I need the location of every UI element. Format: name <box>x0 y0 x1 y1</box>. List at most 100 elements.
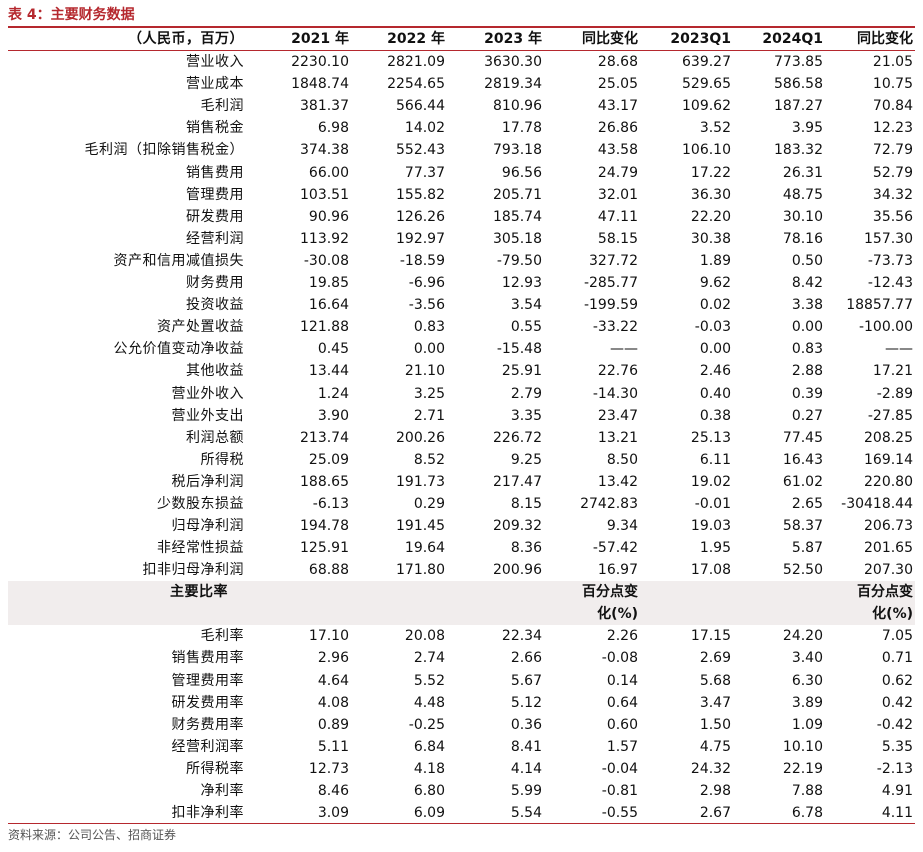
table-cell: 17.21 <box>872 363 913 380</box>
table-cell: 5.99 <box>510 783 542 799</box>
header-2023q1: 2023Q1 <box>670 31 731 47</box>
table-cell: 1848.74 <box>291 76 349 93</box>
table-cell: 113.92 <box>300 230 349 247</box>
table-cell: 220.80 <box>864 473 913 490</box>
table-cell: 0.89 <box>317 716 349 733</box>
ratio-section-label: 主要比率 <box>170 584 228 601</box>
row-label: 资产处置收益 <box>157 319 244 336</box>
table-cell: 10.10 <box>782 738 823 755</box>
table-cell: 25.13 <box>690 429 731 446</box>
ratio-row: 所得税率 12.73 4.18 4.14 -0.04 24.32 22.19 -2.13 <box>8 758 915 780</box>
table-cell: 12.73 <box>308 760 349 777</box>
table-cell: 4.91 <box>881 783 913 799</box>
table-row: 销售税金 6.98 14.02 17.78 26.86 3.52 3.95 12.23 <box>8 117 915 139</box>
table-cell: -0.04 <box>601 760 638 777</box>
table-cell: 0.83 <box>413 319 445 336</box>
row-label: 营业收入 <box>186 54 244 71</box>
table-body: 营业收入 2230.10 2821.09 3630.30 28.68 639.27 773.… <box>8 51 915 581</box>
table-cell: -0.03 <box>694 319 731 336</box>
table-cell: 192.97 <box>396 230 445 247</box>
row-label: 销售费用率 <box>171 650 244 667</box>
row-label: 营业外支出 <box>171 407 244 424</box>
table-cell: 17.10 <box>308 628 349 645</box>
table-cell: 17.15 <box>690 628 731 645</box>
table-row: 税后净利润 188.65 191.73 217.47 13.42 19.02 61.02 22… <box>8 471 915 493</box>
table-cell: 8.42 <box>791 275 823 292</box>
table-cell: 0.36 <box>510 716 542 733</box>
table-cell: 19.03 <box>690 518 731 535</box>
row-label: 少数股东损益 <box>157 495 244 512</box>
table-cell: 0.64 <box>606 694 638 711</box>
table-cell: 155.82 <box>396 186 445 203</box>
table-cell: -0.81 <box>601 783 638 799</box>
ratio-header-empty <box>447 581 544 625</box>
table-cell: 7.88 <box>791 783 823 799</box>
table-cell: 23.47 <box>597 407 638 424</box>
table-cell: 126.26 <box>396 208 445 225</box>
table-cell: -199.59 <box>583 297 638 314</box>
table-cell: 96.56 <box>501 164 542 181</box>
table-cell: 793.18 <box>493 142 542 159</box>
table-cell: 22.19 <box>782 760 823 777</box>
header-unit: （人民币，百万） <box>128 31 244 47</box>
row-label: 归母净利润 <box>171 518 244 535</box>
table-cell: 9.25 <box>510 451 542 468</box>
table-cell: 8.52 <box>413 451 445 468</box>
table-cell: 3.25 <box>413 385 445 402</box>
table-cell: 1.50 <box>699 716 731 733</box>
row-label: 销售税金 <box>186 120 244 137</box>
header-yoy-annual: 同比变化 <box>582 31 638 47</box>
table-cell: 207.30 <box>864 562 913 579</box>
header-2022: 2022 年 <box>387 31 445 47</box>
table-cell: 191.45 <box>396 518 445 535</box>
table-cell: 327.72 <box>589 252 638 269</box>
row-label: 毛利润 <box>200 98 244 115</box>
table-cell: 61.02 <box>782 473 823 490</box>
table-cell: -73.73 <box>867 252 913 269</box>
table-cell: 28.68 <box>597 54 638 71</box>
row-label: 管理费用 <box>186 186 244 203</box>
table-cell: 17.22 <box>690 164 731 181</box>
table-cell: 14.02 <box>404 120 445 137</box>
table-cell: 1.89 <box>699 252 731 269</box>
table-cell: 3.35 <box>510 407 542 424</box>
table-cell: 2230.10 <box>291 54 349 71</box>
row-label: 研发费用率 <box>171 694 244 711</box>
row-label: 销售费用 <box>186 164 244 181</box>
row-label: 营业外收入 <box>171 385 244 402</box>
row-label: 扣非净利率 <box>171 805 244 822</box>
row-label: 财务费用 <box>186 275 244 292</box>
table-cell: 0.60 <box>606 716 638 733</box>
table-cell: 2819.34 <box>484 76 542 93</box>
table-row: 归母净利润 194.78 191.45 209.32 9.34 19.03 58.37 206… <box>8 515 915 537</box>
table-cell: 3.52 <box>699 120 731 137</box>
table-cell: 78.16 <box>782 230 823 247</box>
table-row: 非经常性损益 125.91 19.64 8.36 -57.42 1.95 5.87 201.6… <box>8 537 915 559</box>
table-cell: 2.88 <box>791 363 823 380</box>
table-cell: -15.48 <box>496 341 542 358</box>
table-cell: 4.11 <box>881 805 913 822</box>
table-cell: 773.85 <box>774 54 823 71</box>
table-cell: 26.86 <box>597 120 638 137</box>
table-cell: 24.79 <box>597 164 638 181</box>
table-row: 投资收益 16.64 -3.56 3.54 -199.59 0.02 3.38 18857.7… <box>8 294 915 316</box>
table-cell: -79.50 <box>496 252 542 269</box>
table-cell: 2.65 <box>791 495 823 512</box>
table-row: 公允价值变动净收益 0.45 0.00 -15.48 —— 0.00 0.83 —— <box>8 338 915 360</box>
table-cell: 21.10 <box>404 363 445 380</box>
table-cell: 8.41 <box>510 738 542 755</box>
table-cell: 191.73 <box>396 473 445 490</box>
table-cell: 16.64 <box>308 297 349 314</box>
table-cell: -0.01 <box>694 495 731 512</box>
table-row: 利润总额 213.74 200.26 226.72 13.21 25.13 77.45 208… <box>8 427 915 449</box>
table-row: 销售费用 66.00 77.37 96.56 24.79 17.22 26.31 52.79 <box>8 162 915 184</box>
row-label: 公允价值变动净收益 <box>113 341 244 358</box>
table-cell: 381.37 <box>300 98 349 115</box>
table-cell: 529.65 <box>682 76 731 93</box>
ratio-header-empty <box>733 581 825 625</box>
table-cell: 0.00 <box>413 341 445 358</box>
table-cell: 6.98 <box>317 120 349 137</box>
table-cell: 208.25 <box>864 429 913 446</box>
table-cell: 106.10 <box>682 142 731 159</box>
row-label: 营业成本 <box>186 76 244 93</box>
